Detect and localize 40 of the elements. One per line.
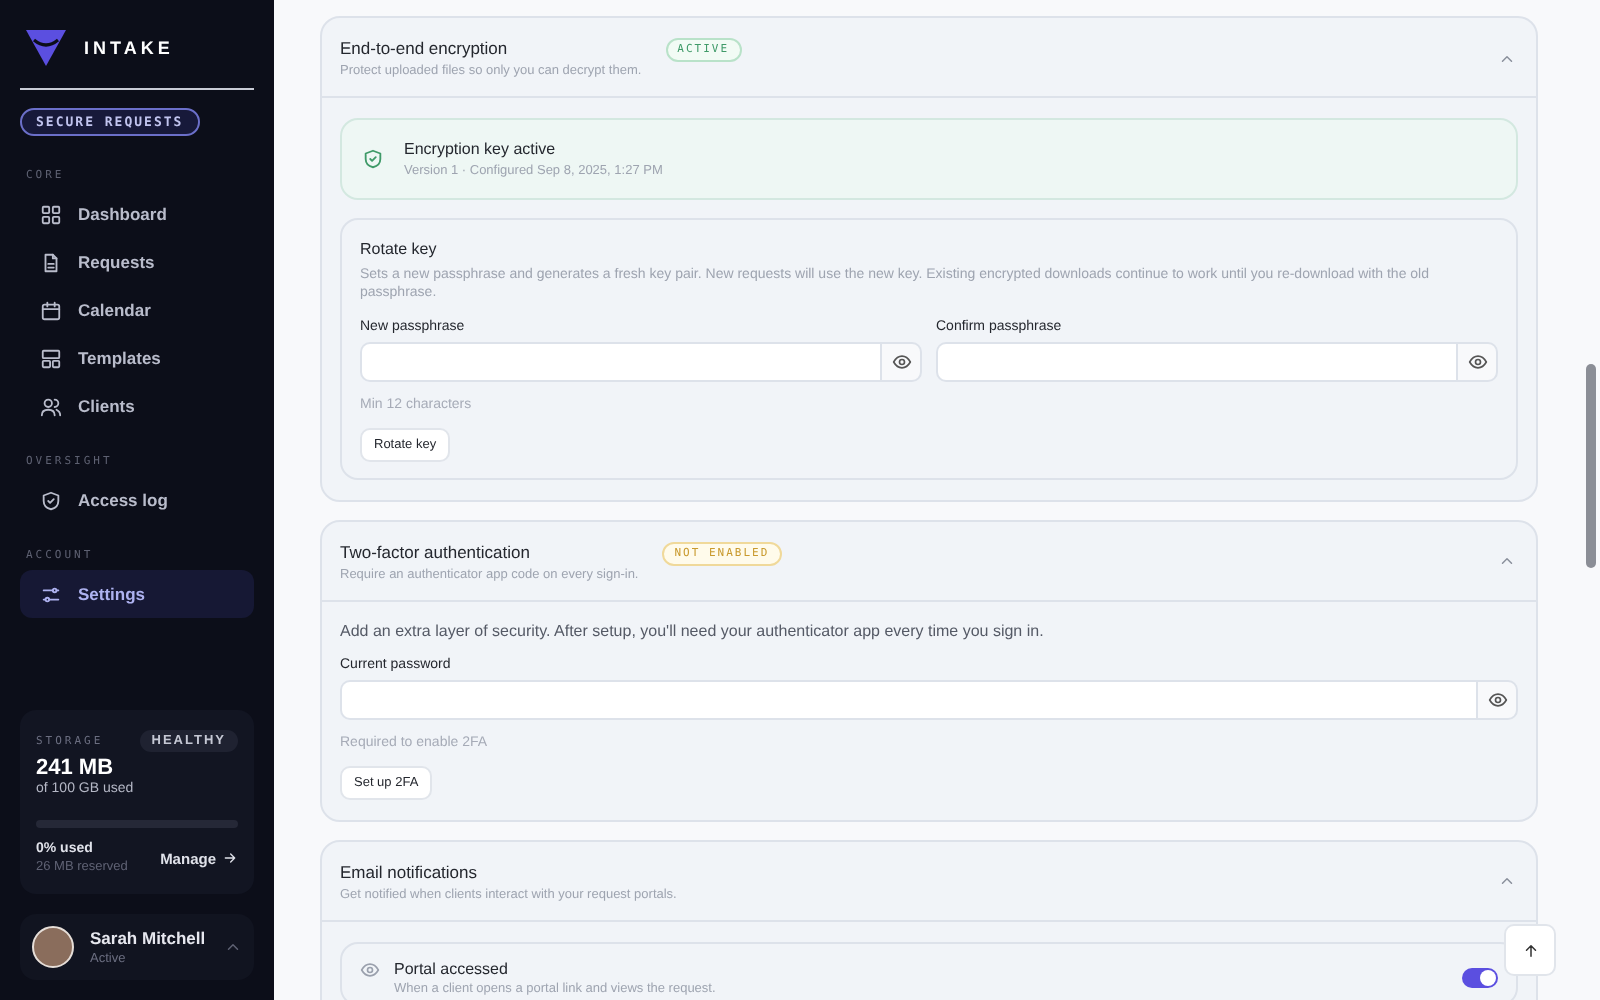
nav-item[interactable]: Access log: [20, 476, 254, 524]
avatar: [32, 926, 74, 968]
panel-title: Rotate key: [360, 240, 439, 258]
nav-item[interactable]: Calendar: [20, 286, 254, 334]
users-icon: [40, 395, 62, 417]
calendar-icon: [40, 299, 62, 321]
user-name: Sarah Mitchell: [90, 928, 208, 948]
section-title: Two-factor authentication: [340, 541, 532, 562]
nav-item[interactable]: Requests: [20, 238, 254, 286]
shield-check-icon: [362, 148, 384, 170]
eye-icon: [1487, 689, 1507, 710]
shield-icon: [40, 489, 62, 511]
storage-amount: 241 MB: [36, 756, 116, 780]
show-password-button[interactable]: [880, 341, 922, 382]
section-intro: Add an extra layer of security. After setup, you'll need your authenticator app every time you sign in.: [340, 621, 1046, 640]
document-icon: [40, 251, 62, 273]
sliders-icon: [40, 583, 62, 605]
status-title: Encryption key active: [404, 140, 558, 158]
show-password-button[interactable]: [1456, 341, 1498, 382]
nav-item[interactable]: Templates: [20, 334, 254, 382]
arrow-up-icon: [1521, 941, 1539, 959]
eye-icon: [360, 959, 380, 980]
show-password-button[interactable]: [1476, 679, 1518, 720]
password-field[interactable]: [360, 341, 880, 382]
nav-item[interactable]: Settings: [20, 570, 254, 618]
arrow-right-icon: [222, 850, 238, 866]
app-logo-text: INTAKE: [84, 38, 174, 58]
section-title: Email notifications: [340, 861, 480, 882]
layout-icon: [40, 347, 62, 369]
logo-icon: [24, 28, 68, 68]
nav-item[interactable]: Clients: [20, 382, 254, 430]
password-field[interactable]: [340, 679, 1476, 720]
toggle-switch[interactable]: [1462, 967, 1498, 988]
eye-icon: [891, 351, 911, 372]
section-title: End-to-end encryption: [340, 38, 510, 58]
nav-item[interactable]: Dashboard: [20, 190, 254, 238]
password-field[interactable]: [936, 341, 1456, 382]
notification-title: Portal accessed: [394, 959, 510, 978]
grid-icon: [40, 203, 62, 225]
eye-icon: [1467, 351, 1487, 372]
